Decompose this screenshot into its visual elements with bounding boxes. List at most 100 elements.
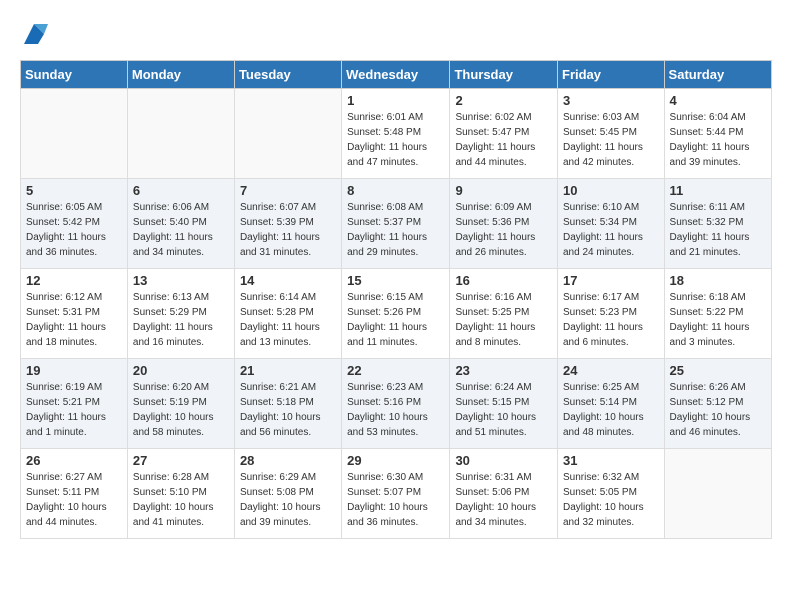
day-number: 14 [240,273,336,288]
day-info: Sunrise: 6:17 AMSunset: 5:23 PMDaylight:… [563,290,659,350]
calendar-cell [664,449,771,539]
calendar-cell: 24 Sunrise: 6:25 AMSunset: 5:14 PMDayligh… [558,359,665,449]
calendar-cell [234,89,341,179]
day-number: 26 [26,453,122,468]
day-number: 12 [26,273,122,288]
day-info: Sunrise: 6:01 AMSunset: 5:48 PMDaylight:… [347,110,444,170]
calendar-cell: 28 Sunrise: 6:29 AMSunset: 5:08 PMDayligh… [234,449,341,539]
calendar-cell: 4 Sunrise: 6:04 AMSunset: 5:44 PMDaylight… [664,89,771,179]
day-info: Sunrise: 6:23 AMSunset: 5:16 PMDaylight:… [347,380,444,440]
day-info: Sunrise: 6:12 AMSunset: 5:31 PMDaylight:… [26,290,122,350]
day-info: Sunrise: 6:02 AMSunset: 5:47 PMDaylight:… [455,110,552,170]
day-number: 9 [455,183,552,198]
calendar-cell: 22 Sunrise: 6:23 AMSunset: 5:16 PMDayligh… [342,359,450,449]
calendar-cell: 16Sunrise: 6:16 AMSunset: 5:25 PMDayligh… [450,269,558,359]
calendar-week-row: 26Sunrise: 6:27 AMSunset: 5:11 PMDayligh… [21,449,772,539]
calendar-cell: 30 Sunrise: 6:31 AMSunset: 5:06 PMDayligh… [450,449,558,539]
day-number: 10 [563,183,659,198]
day-number: 4 [670,93,766,108]
logo-text [20,20,48,48]
day-number: 28 [240,453,336,468]
calendar-cell: 9 Sunrise: 6:09 AMSunset: 5:36 PMDaylight… [450,179,558,269]
day-number: 8 [347,183,444,198]
calendar-cell: 18 Sunrise: 6:18 AMSunset: 5:22 PMDayligh… [664,269,771,359]
weekday-header-friday: Friday [558,61,665,89]
day-info: Sunrise: 6:19 AMSunset: 5:21 PMDaylight:… [26,380,122,440]
day-number: 19 [26,363,122,378]
day-number: 2 [455,93,552,108]
day-number: 20 [133,363,229,378]
calendar-cell: 29 Sunrise: 6:30 AMSunset: 5:07 PMDayligh… [342,449,450,539]
calendar-cell: 6 Sunrise: 6:06 AMSunset: 5:40 PMDaylight… [127,179,234,269]
day-info: Sunrise: 6:05 AMSunset: 5:42 PMDaylight:… [26,200,122,260]
calendar-cell: 13 Sunrise: 6:13 AMSunset: 5:29 PMDayligh… [127,269,234,359]
day-info: Sunrise: 6:06 AMSunset: 5:40 PMDaylight:… [133,200,229,260]
calendar-table: SundayMondayTuesdayWednesdayThursdayFrid… [20,60,772,539]
day-info: Sunrise: 6:24 AMSunset: 5:15 PMDaylight:… [455,380,552,440]
day-info: Sunrise: 6:26 AMSunset: 5:12 PMDaylight:… [670,380,766,440]
day-number: 3 [563,93,659,108]
calendar-cell [127,89,234,179]
calendar-week-row: 5 Sunrise: 6:05 AMSunset: 5:42 PMDaylight… [21,179,772,269]
day-info: Sunrise: 6:31 AMSunset: 5:06 PMDaylight:… [455,470,552,530]
day-number: 6 [133,183,229,198]
calendar-cell: 1Sunrise: 6:01 AMSunset: 5:48 PMDaylight… [342,89,450,179]
weekday-header-saturday: Saturday [664,61,771,89]
calendar-cell: 15 Sunrise: 6:15 AMSunset: 5:26 PMDayligh… [342,269,450,359]
weekday-header-sunday: Sunday [21,61,128,89]
day-info: Sunrise: 6:30 AMSunset: 5:07 PMDaylight:… [347,470,444,530]
calendar-cell: 10 Sunrise: 6:10 AMSunset: 5:34 PMDayligh… [558,179,665,269]
calendar-week-row: 19 Sunrise: 6:19 AMSunset: 5:21 PMDayligh… [21,359,772,449]
weekday-header-wednesday: Wednesday [342,61,450,89]
weekday-header-monday: Monday [127,61,234,89]
calendar-cell: 8Sunrise: 6:08 AMSunset: 5:37 PMDaylight… [342,179,450,269]
day-number: 5 [26,183,122,198]
calendar-cell: 26Sunrise: 6:27 AMSunset: 5:11 PMDayligh… [21,449,128,539]
day-number: 29 [347,453,444,468]
day-info: Sunrise: 6:25 AMSunset: 5:14 PMDaylight:… [563,380,659,440]
day-number: 31 [563,453,659,468]
day-info: Sunrise: 6:07 AMSunset: 5:39 PMDaylight:… [240,200,336,260]
day-number: 17 [563,273,659,288]
weekday-header-thursday: Thursday [450,61,558,89]
logo [20,20,48,44]
day-info: Sunrise: 6:15 AMSunset: 5:26 PMDaylight:… [347,290,444,350]
day-info: Sunrise: 6:16 AMSunset: 5:25 PMDaylight:… [455,290,552,350]
day-info: Sunrise: 6:29 AMSunset: 5:08 PMDaylight:… [240,470,336,530]
calendar-week-row: 1Sunrise: 6:01 AMSunset: 5:48 PMDaylight… [21,89,772,179]
calendar-cell: 20 Sunrise: 6:20 AMSunset: 5:19 PMDayligh… [127,359,234,449]
day-number: 13 [133,273,229,288]
calendar-cell: 27Sunrise: 6:28 AMSunset: 5:10 PMDayligh… [127,449,234,539]
day-number: 22 [347,363,444,378]
day-info: Sunrise: 6:28 AMSunset: 5:10 PMDaylight:… [133,470,229,530]
calendar-cell: 5 Sunrise: 6:05 AMSunset: 5:42 PMDaylight… [21,179,128,269]
calendar-cell: 19 Sunrise: 6:19 AMSunset: 5:21 PMDayligh… [21,359,128,449]
day-info: Sunrise: 6:03 AMSunset: 5:45 PMDaylight:… [563,110,659,170]
day-info: Sunrise: 6:20 AMSunset: 5:19 PMDaylight:… [133,380,229,440]
weekday-header-tuesday: Tuesday [234,61,341,89]
calendar-cell: 7Sunrise: 6:07 AMSunset: 5:39 PMDaylight… [234,179,341,269]
day-number: 15 [347,273,444,288]
day-number: 18 [670,273,766,288]
day-number: 11 [670,183,766,198]
day-info: Sunrise: 6:04 AMSunset: 5:44 PMDaylight:… [670,110,766,170]
calendar-cell [21,89,128,179]
weekday-header-row: SundayMondayTuesdayWednesdayThursdayFrid… [21,61,772,89]
day-info: Sunrise: 6:09 AMSunset: 5:36 PMDaylight:… [455,200,552,260]
day-info: Sunrise: 6:18 AMSunset: 5:22 PMDaylight:… [670,290,766,350]
calendar-cell: 12 Sunrise: 6:12 AMSunset: 5:31 PMDayligh… [21,269,128,359]
calendar-cell: 17 Sunrise: 6:17 AMSunset: 5:23 PMDayligh… [558,269,665,359]
calendar-cell: 14 Sunrise: 6:14 AMSunset: 5:28 PMDayligh… [234,269,341,359]
calendar-cell: 2 Sunrise: 6:02 AMSunset: 5:47 PMDaylight… [450,89,558,179]
day-info: Sunrise: 6:13 AMSunset: 5:29 PMDaylight:… [133,290,229,350]
calendar-cell: 23Sunrise: 6:24 AMSunset: 5:15 PMDayligh… [450,359,558,449]
day-info: Sunrise: 6:14 AMSunset: 5:28 PMDaylight:… [240,290,336,350]
page-header [20,20,772,44]
calendar-cell: 11 Sunrise: 6:11 AMSunset: 5:32 PMDayligh… [664,179,771,269]
calendar-cell: 21Sunrise: 6:21 AMSunset: 5:18 PMDayligh… [234,359,341,449]
day-number: 30 [455,453,552,468]
day-info: Sunrise: 6:11 AMSunset: 5:32 PMDaylight:… [670,200,766,260]
day-number: 24 [563,363,659,378]
calendar-cell: 25Sunrise: 6:26 AMSunset: 5:12 PMDayligh… [664,359,771,449]
day-info: Sunrise: 6:10 AMSunset: 5:34 PMDaylight:… [563,200,659,260]
